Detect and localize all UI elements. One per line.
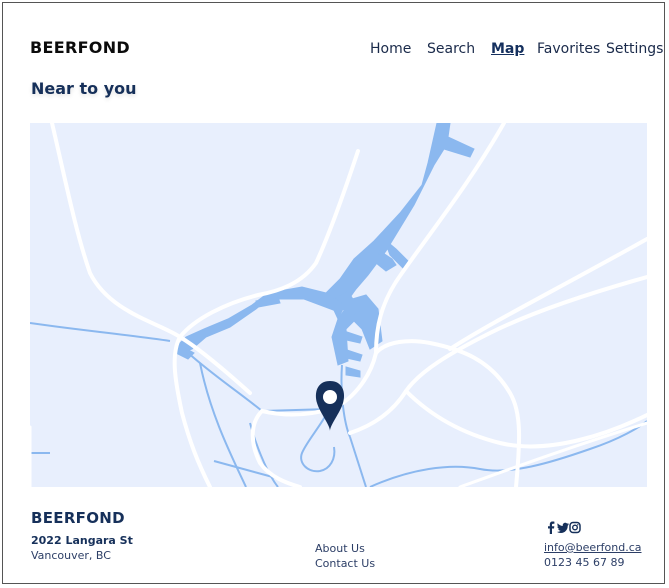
nav-favorites[interactable]: Favorites [537, 41, 600, 57]
footer-link-contact[interactable]: Contact Us [315, 557, 375, 570]
map-view[interactable] [30, 123, 647, 487]
footer-link-about[interactable]: About Us [315, 542, 365, 555]
site-logo[interactable]: BEERFOND [30, 38, 130, 57]
nav-home[interactable]: Home [370, 41, 411, 57]
instagram-icon[interactable] [569, 521, 581, 534]
nav-map[interactable]: Map [491, 41, 524, 57]
nav-search[interactable]: Search [427, 41, 475, 57]
contact-email-link[interactable]: info@beerfond.ca [544, 541, 642, 554]
footer-logo[interactable]: BEERFOND [31, 509, 125, 527]
address-street: 2022 Langara St [31, 534, 133, 547]
address-city: Vancouver, BC [31, 549, 111, 562]
nav-settings[interactable]: Settings [606, 41, 663, 57]
contact-phone: 0123 45 67 89 [544, 556, 625, 569]
map-water [175, 123, 475, 378]
section-title: Near to you [31, 79, 137, 98]
twitter-icon[interactable] [557, 521, 569, 534]
map-graphic [30, 123, 647, 487]
